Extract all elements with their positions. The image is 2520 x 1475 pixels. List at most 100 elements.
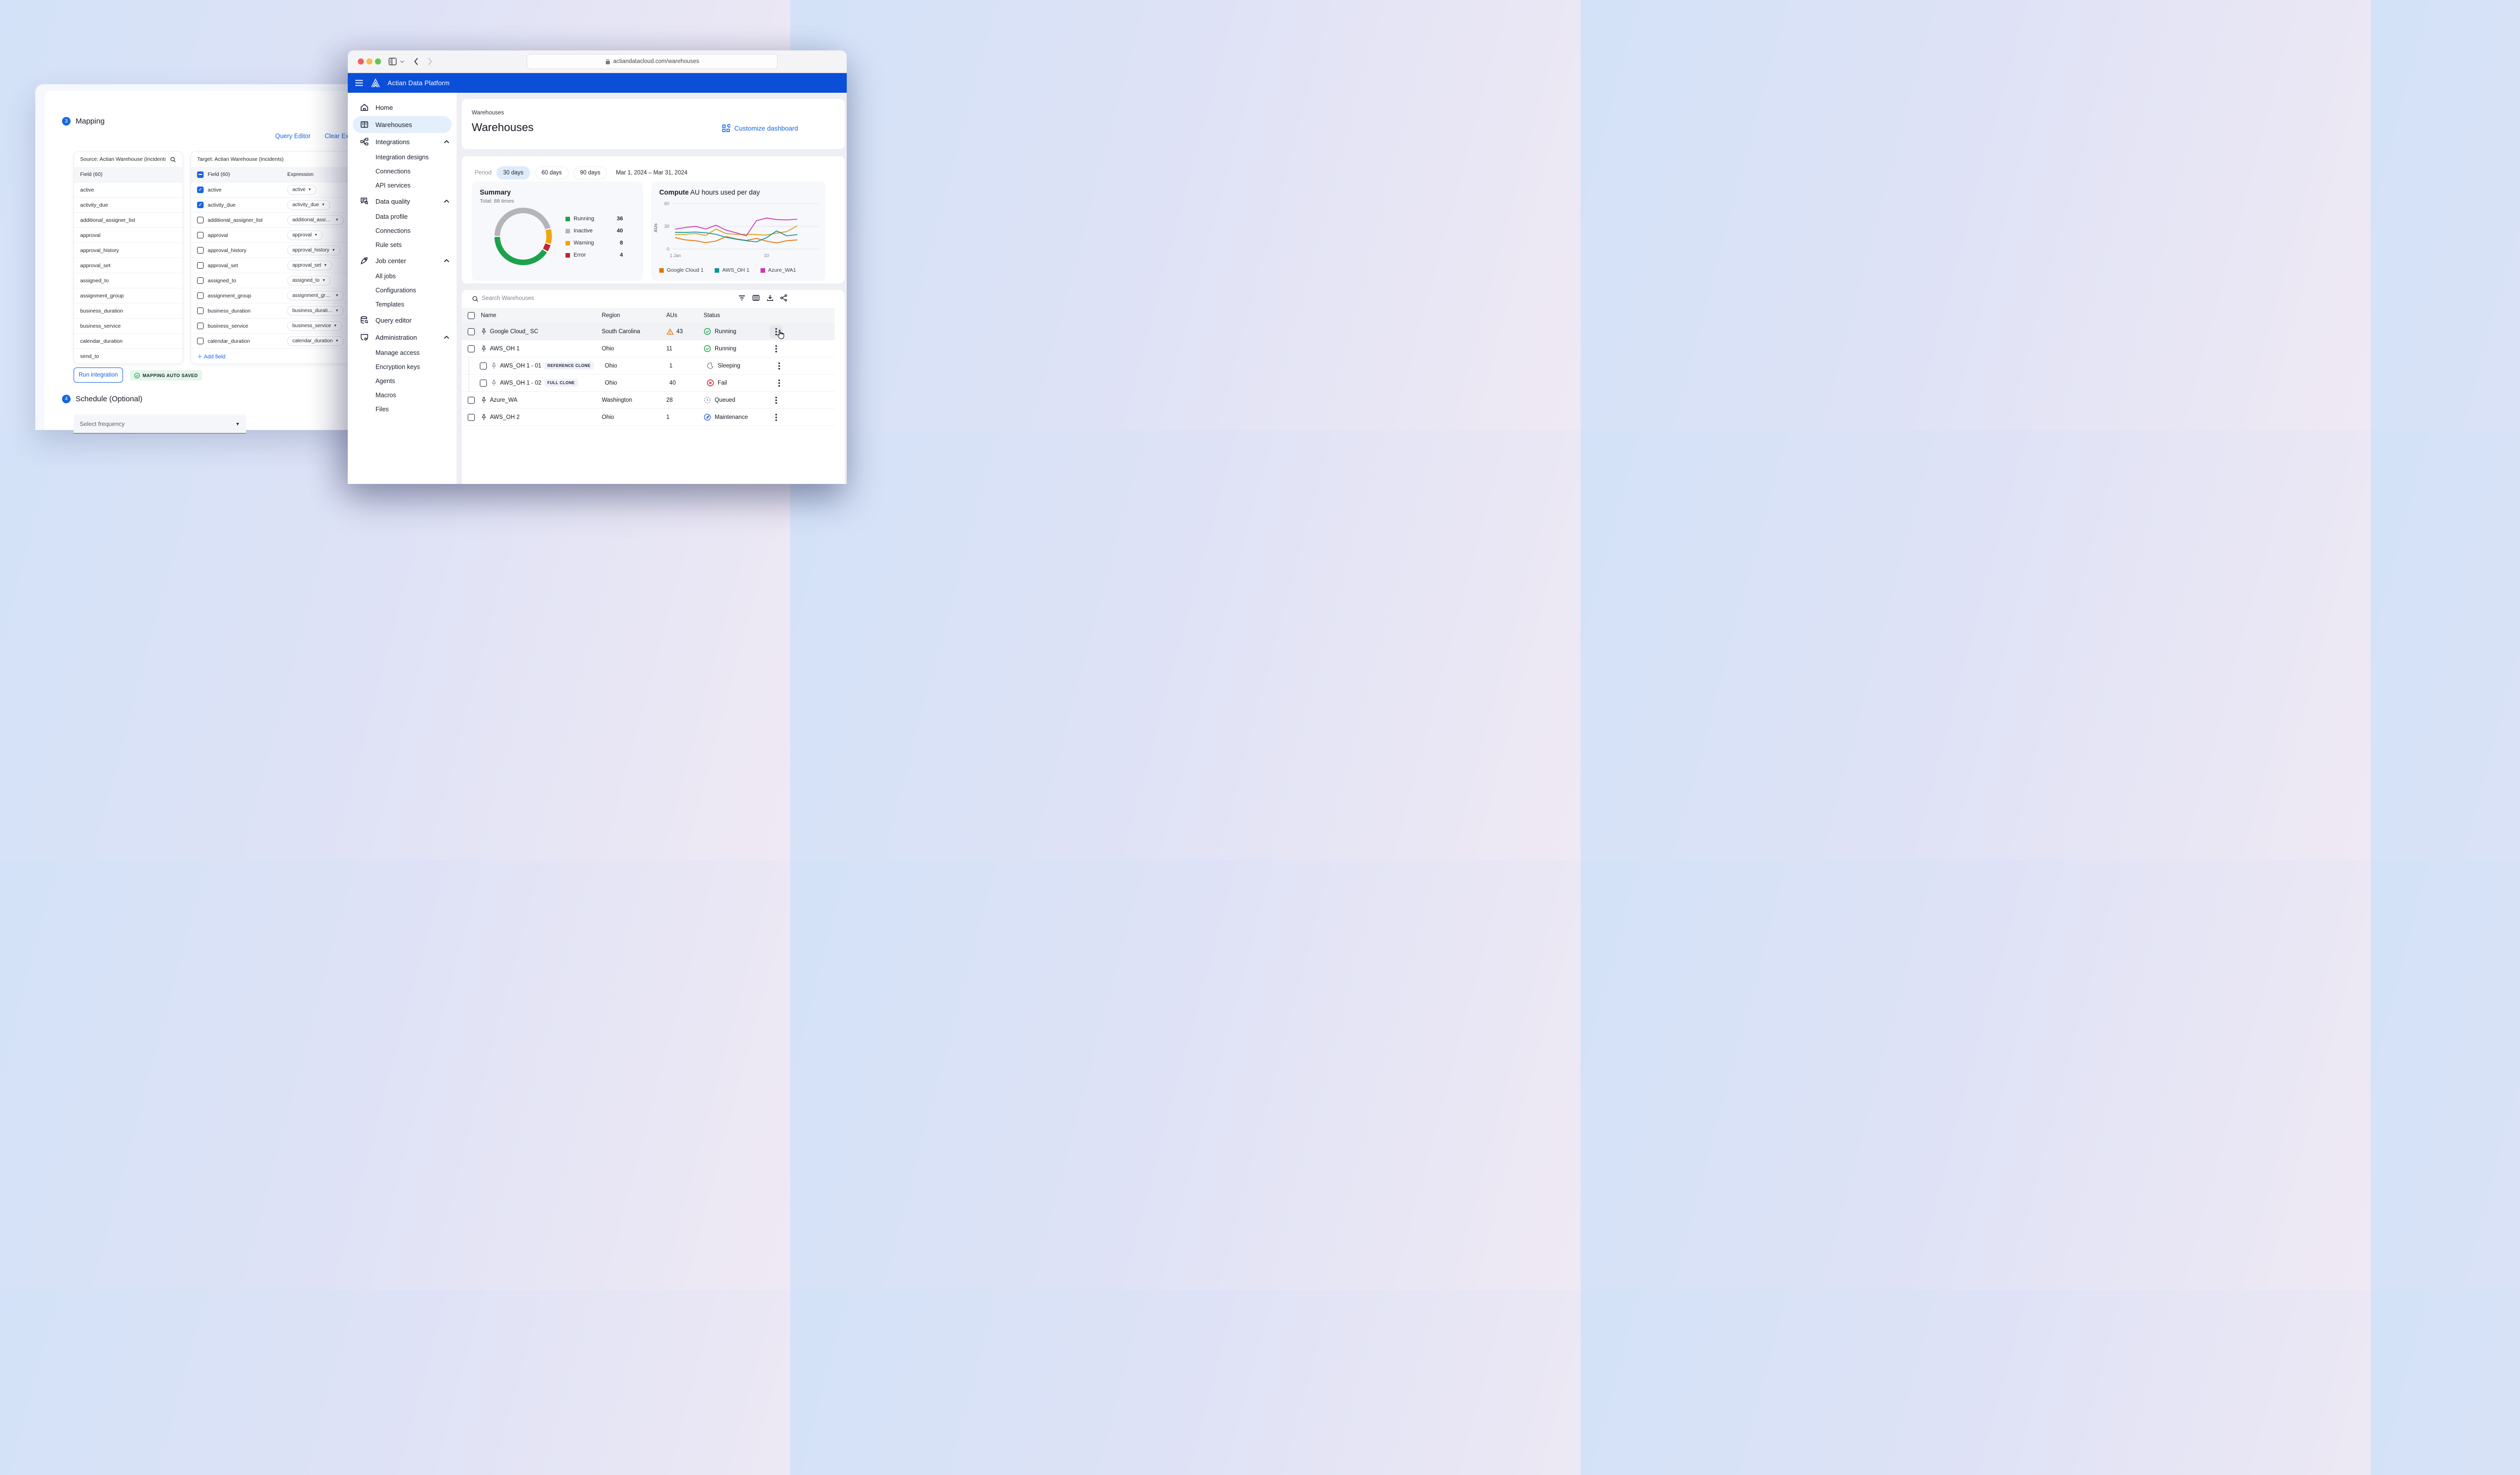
field-checkbox[interactable]: [197, 292, 204, 299]
row-checkbox[interactable]: [480, 362, 487, 370]
row-checkbox[interactable]: [468, 345, 475, 352]
source-field-row[interactable]: additional_assigner_list: [74, 212, 182, 227]
expression-dropdown[interactable]: additional_assig…▼: [287, 215, 344, 225]
nav-item-data-profile[interactable]: Data profile: [348, 210, 457, 224]
select-all-rows-checkbox[interactable]: [468, 312, 475, 319]
pin-icon[interactable]: [481, 414, 487, 421]
table-row-clone[interactable]: AWS_OH 1 - 02 FULL CLONE Ohio 40 Fail: [462, 375, 835, 392]
row-checkbox[interactable]: [480, 380, 487, 387]
nav-item-rule-sets[interactable]: Rule sets: [348, 238, 457, 252]
source-field-row[interactable]: assigned_to: [74, 273, 182, 288]
nav-item-api-services[interactable]: API services: [348, 178, 457, 193]
expression-dropdown[interactable]: calendar_duration▼: [287, 336, 344, 346]
field-checkbox[interactable]: [197, 202, 204, 208]
run-integration-button[interactable]: Run integration: [74, 367, 123, 383]
back-icon[interactable]: [413, 57, 419, 66]
row-checkbox[interactable]: [468, 397, 475, 404]
nav-item-integration-designs[interactable]: Integration designs: [348, 150, 457, 164]
customize-dashboard-button[interactable]: Customize dashboard: [722, 124, 798, 133]
pin-icon[interactable]: [491, 380, 497, 387]
nav-item-macros[interactable]: Macros: [348, 388, 457, 402]
expression-dropdown[interactable]: activity_due▼: [287, 200, 330, 210]
url-bar[interactable]: actiandatacloud.com/warehouses: [527, 54, 778, 69]
column-aus[interactable]: AUs: [666, 313, 704, 319]
expression-dropdown[interactable]: approval_set▼: [287, 261, 332, 270]
expression-dropdown[interactable]: business_service▼: [287, 321, 342, 331]
nav-item-manage-access[interactable]: Manage access: [348, 346, 457, 360]
pin-icon[interactable]: [481, 328, 487, 335]
zoom-window-button[interactable]: [375, 58, 381, 65]
row-checkbox[interactable]: [468, 414, 475, 421]
field-checkbox[interactable]: [197, 277, 204, 284]
source-field-row[interactable]: business_service: [74, 318, 182, 333]
source-field-row[interactable]: active: [74, 182, 182, 197]
row-checkbox[interactable]: [468, 328, 475, 335]
kebab-menu-icon[interactable]: [778, 379, 780, 387]
pin-icon[interactable]: [481, 345, 487, 352]
share-icon[interactable]: [780, 294, 788, 302]
search-icon[interactable]: [170, 156, 176, 163]
field-checkbox[interactable]: [197, 217, 204, 223]
nav-item-administration[interactable]: Administration: [348, 329, 457, 346]
expression-dropdown[interactable]: active▼: [287, 185, 317, 195]
nav-item-data-quality[interactable]: Data quality: [348, 193, 457, 210]
nav-item-agents[interactable]: Agents: [348, 374, 457, 388]
nav-item-query-editor[interactable]: Query editor: [348, 312, 457, 329]
nav-item-home[interactable]: Home: [348, 99, 457, 116]
source-field-row[interactable]: approval_history: [74, 242, 182, 258]
nav-item-templates[interactable]: Templates: [348, 297, 457, 312]
source-field-row[interactable]: business_duration: [74, 303, 182, 318]
column-status[interactable]: Status: [704, 313, 766, 319]
source-field-row[interactable]: assignment_group: [74, 288, 182, 303]
nav-item-configurations[interactable]: Configurations: [348, 283, 457, 297]
close-window-button[interactable]: [358, 58, 364, 65]
nav-item-job-center[interactable]: Job center: [348, 252, 457, 269]
search-warehouses-input[interactable]: [482, 292, 633, 305]
expression-dropdown[interactable]: approval_history▼: [287, 245, 340, 255]
chevron-down-icon[interactable]: [400, 60, 405, 64]
query-editor-link[interactable]: Query Editor: [275, 133, 310, 140]
table-row[interactable]: Azure_WA Washington 28 Queued: [462, 392, 835, 409]
sidebar-toggle-icon[interactable]: [388, 57, 398, 66]
nav-item-files[interactable]: Files: [348, 402, 457, 416]
period-30-days[interactable]: 30 days: [496, 166, 530, 179]
field-checkbox[interactable]: [197, 232, 204, 238]
nav-item-integrations[interactable]: Integrations: [348, 133, 457, 150]
nav-item-encryption-keys[interactable]: Encryption keys: [348, 360, 457, 374]
period-90-days[interactable]: 90 days: [574, 166, 607, 179]
source-field-row[interactable]: send_to: [74, 348, 182, 363]
field-checkbox[interactable]: [197, 247, 204, 254]
select-all-checkbox[interactable]: [197, 171, 204, 178]
column-region[interactable]: Region: [602, 313, 666, 319]
source-field-row[interactable]: activity_due: [74, 197, 182, 212]
kebab-menu-icon[interactable]: [775, 345, 777, 353]
menu-icon[interactable]: [355, 80, 363, 86]
breadcrumb[interactable]: Warehouses: [472, 110, 504, 116]
period-60-days[interactable]: 60 days: [535, 166, 569, 179]
filter-icon[interactable]: [738, 294, 746, 302]
source-field-row[interactable]: approval: [74, 227, 182, 242]
nav-item-all-jobs[interactable]: All jobs: [348, 269, 457, 283]
source-field-row[interactable]: approval_set: [74, 258, 182, 273]
expression-dropdown[interactable]: assigned_to▼: [287, 276, 331, 285]
table-row[interactable]: AWS_OH 1 Ohio 11 Running: [462, 340, 835, 357]
columns-icon[interactable]: [752, 294, 760, 302]
download-icon[interactable]: [766, 294, 774, 302]
kebab-menu-icon[interactable]: [775, 413, 777, 421]
expression-dropdown[interactable]: approval▼: [287, 230, 323, 240]
table-row-clone[interactable]: AWS_OH 1 - 01 REFERENCE CLONE Ohio 1 Sle…: [462, 357, 835, 375]
nav-item-connections-dq[interactable]: Connections: [348, 224, 457, 238]
frequency-select[interactable]: Select frequency ▼: [74, 414, 246, 434]
forward-icon[interactable]: [427, 57, 433, 66]
field-checkbox[interactable]: [197, 323, 204, 329]
field-checkbox[interactable]: [197, 187, 204, 193]
kebab-menu-icon[interactable]: [775, 396, 777, 404]
field-checkbox[interactable]: [197, 338, 204, 344]
table-row[interactable]: AWS_OH 2 Ohio 1 Maintenance: [462, 409, 835, 426]
nav-item-warehouses[interactable]: Warehouses: [353, 116, 452, 133]
field-checkbox[interactable]: [197, 262, 204, 269]
expression-dropdown[interactable]: assignment_gro…▼: [287, 291, 344, 300]
kebab-menu-icon[interactable]: [778, 362, 780, 370]
expression-dropdown[interactable]: business_duration▼: [287, 306, 344, 316]
field-checkbox[interactable]: [197, 308, 204, 314]
